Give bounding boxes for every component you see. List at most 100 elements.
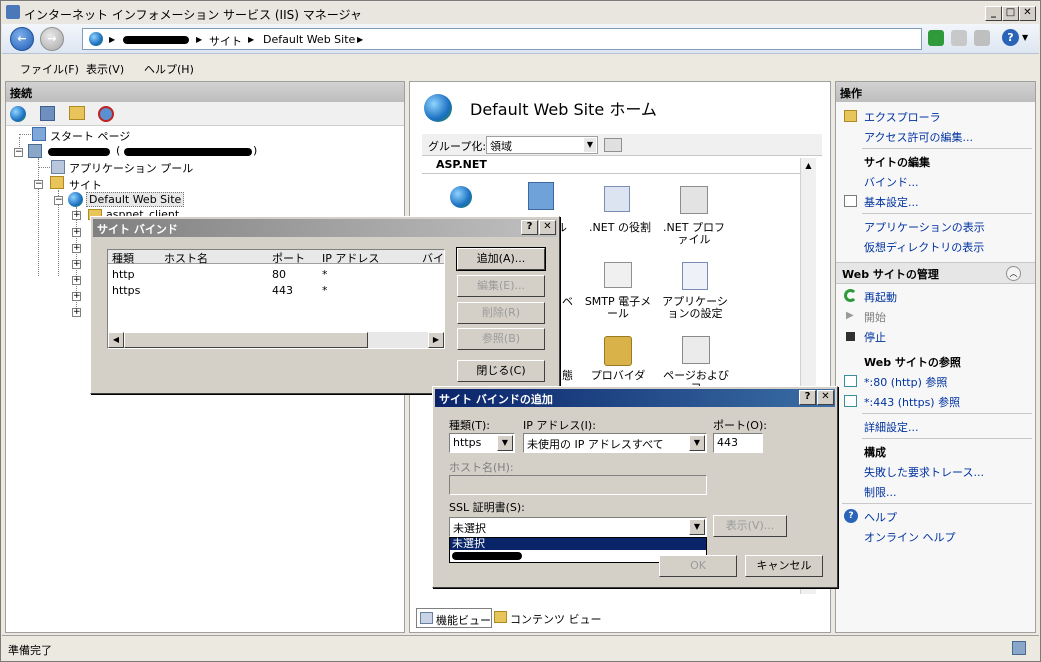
refresh-icon[interactable] [928,30,944,46]
port-input[interactable]: 443 [713,433,763,453]
tab-content-label: コンテンツ ビュー [510,613,602,626]
disconnect-icon[interactable] [98,106,114,122]
breadcrumb-default-site[interactable]: Default Web Site [263,33,355,46]
menu-file[interactable]: ファイル(F) [20,61,79,77]
action-help[interactable]: ヘルプ [864,509,897,525]
close-bindings-button[interactable]: 閉じる(C) [457,360,545,382]
scroll-left-icon[interactable]: ◀ [108,332,124,348]
action-failed-request-tracing[interactable]: 失敗した要求トレース... [864,464,984,480]
col-ip[interactable]: IP アドレス [322,250,379,266]
tree-app-pools[interactable]: アプリケーション プール [69,160,193,176]
table-row[interactable]: http 80 * [108,266,444,282]
col-port[interactable]: ポート [272,250,305,266]
add-binding-dialog: サイト バインドの追加 ? ✕ 種類(T): https ▼ IP アドレス(I… [432,386,838,588]
tree-expand-icon[interactable]: + [72,228,81,237]
help-dropdown-icon[interactable]: ▼ [1022,33,1028,42]
connect-icon[interactable] [10,106,26,122]
table-row[interactable]: https 443 * [108,282,444,298]
tree-expand-icon[interactable]: + [72,260,81,269]
action-bindings[interactable]: バインド... [864,174,919,190]
dialog-close-button[interactable]: ✕ [817,390,834,405]
collapse-section-icon[interactable]: ︿ [1006,266,1021,281]
ssl-option-selected[interactable]: 未選択 [450,538,706,550]
col-binding[interactable]: バイ [422,250,444,266]
tree-collapse-icon[interactable]: − [54,196,63,205]
stop-icon[interactable] [951,30,967,46]
view-mode-icon[interactable] [604,138,622,152]
tree-expand-icon[interactable]: + [72,244,81,253]
redacted-server-account [124,148,252,156]
action-advanced-settings[interactable]: 詳細設定... [864,419,919,435]
cancel-button[interactable]: キャンセル [745,555,823,577]
dialog-close-button[interactable]: ✕ [539,220,556,235]
close-button[interactable]: ✕ [1019,6,1036,21]
bindings-list[interactable]: 種類 ホスト名 ポート IP アドレス バイ http 80 * https 4… [107,249,445,349]
breadcrumb-sites[interactable]: サイト [209,33,242,49]
globe-icon [68,192,83,207]
dialog-help-button[interactable]: ? [799,390,816,405]
maximize-button[interactable]: □ [1002,6,1019,21]
horizontal-scrollbar[interactable]: ◀ ▶ [108,332,444,348]
action-basic-settings[interactable]: 基本設定... [864,194,919,210]
action-explore[interactable]: エクスプローラ [864,109,941,125]
manage-site-header: Web サイトの管理 [842,268,939,281]
section-aspnet: ASP.NET [436,158,487,171]
feature-label[interactable]: ベ [562,296,573,308]
ssl-select[interactable]: 未選択 ▼ [449,517,707,537]
feature-label[interactable]: プロバイダ [590,370,646,382]
add-binding-button[interactable]: 追加(A)... [456,247,546,271]
save-icon[interactable] [40,106,55,121]
action-view-virtual-dirs[interactable]: 仮想ディレクトリの表示 [864,239,984,255]
action-restart[interactable]: 再起動 [864,289,897,305]
dialog-help-button[interactable]: ? [521,220,538,235]
feature-label[interactable]: .NET の役割 [588,222,652,234]
menu-view[interactable]: 表示(V) [86,61,124,77]
scroll-thumb[interactable] [124,332,368,348]
action-browse-https[interactable]: *:443 (https) 参照 [864,394,960,410]
scroll-up-icon[interactable]: ▲ [801,158,816,173]
address-box[interactable]: ▶ ▶ サイト ▶ Default Web Site ▶ [82,28,922,50]
feature-label[interactable]: SMTP 電子メール [580,296,656,320]
action-edit-permissions[interactable]: アクセス許可の編集... [864,129,973,145]
connections-toolbar [6,102,404,126]
tree-default-web-site[interactable]: Default Web Site [86,192,185,207]
tree-collapse-icon[interactable]: − [34,180,43,189]
group-by-select[interactable]: 領域 ▼ [486,136,598,154]
tab-features-view[interactable]: 機能ビュー [416,608,492,628]
type-select[interactable]: https ▼ [449,433,515,453]
ip-value: 未使用の IP アドレスすべて [527,438,664,451]
tree-expand-icon[interactable]: + [72,292,81,301]
action-browse-http[interactable]: *:80 (http) 参照 [864,374,947,390]
tree-expand-icon[interactable]: + [72,308,81,317]
port-label: ポート(O): [713,419,767,432]
tree-expand-icon[interactable]: + [72,211,81,220]
forward-button[interactable]: → [40,27,64,51]
tree-sites[interactable]: サイト [69,177,102,193]
feature-label[interactable]: 態 [562,370,573,382]
feature-label[interactable]: .NET プロファイル [658,222,730,246]
tree-start-page[interactable]: スタート ページ [50,128,130,144]
tree-collapse-icon[interactable]: − [14,148,23,157]
minimize-button[interactable]: _ [985,6,1002,21]
action-stop[interactable]: 停止 [864,329,886,345]
col-type[interactable]: 種類 [112,250,134,266]
home-icon[interactable] [974,30,990,46]
menu-help[interactable]: ヘルプ(H) [144,61,194,77]
scroll-right-icon[interactable]: ▶ [428,332,444,348]
tab-content-view[interactable]: コンテンツ ビュー [494,608,602,628]
feature-app-settings-icon [682,262,708,290]
action-view-applications[interactable]: アプリケーションの表示 [864,219,985,235]
col-host[interactable]: ホスト名 [164,250,208,266]
row-ip: * [322,284,328,297]
back-button[interactable]: ← [10,27,34,51]
ip-select[interactable]: 未使用の IP アドレスすべて ▼ [523,433,707,453]
folder-up-icon[interactable] [69,106,85,120]
action-online-help[interactable]: オンライン ヘルプ [864,529,956,545]
tree-line [38,167,50,168]
ok-button[interactable]: OK [659,555,737,577]
help-icon: ? [844,509,858,523]
feature-label[interactable]: アプリケーションの設定 [658,296,732,320]
action-limits[interactable]: 制限... [864,484,897,500]
help-icon[interactable]: ? [1002,29,1019,46]
tree-expand-icon[interactable]: + [72,276,81,285]
